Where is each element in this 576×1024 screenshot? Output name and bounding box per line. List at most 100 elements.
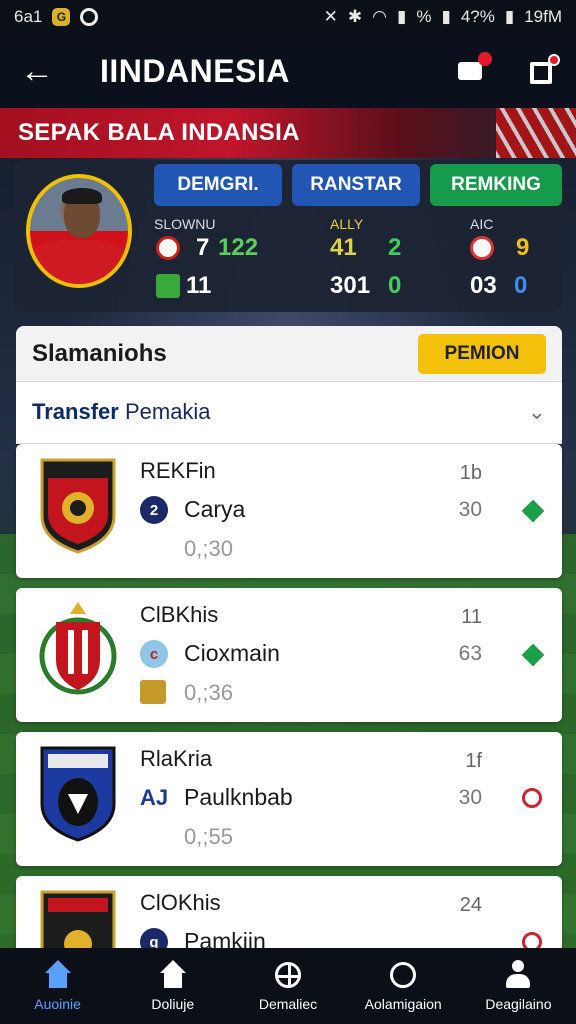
diamond-marker	[521, 499, 545, 523]
time-icon	[140, 680, 166, 704]
nav-item-doliuje[interactable]: Doliuje	[115, 948, 230, 1024]
user-icon	[503, 960, 533, 990]
clock-text: 19fM	[524, 7, 562, 26]
card-title: Slamaniohs	[32, 339, 167, 367]
banner-decoration	[496, 108, 576, 158]
share-box	[530, 62, 552, 84]
status-right: ✕ ✱ ◠ ▮ % ▮ 4?% ▮ 19fM	[324, 7, 562, 27]
club-top-number: 1f	[465, 750, 482, 772]
card-header: Slamaniohs PEMION	[16, 326, 562, 382]
club-name: REKFin	[140, 458, 216, 483]
player-name: Carya	[184, 496, 246, 522]
stat-value-1c: 11	[186, 272, 212, 299]
bottom-nav: Auoinie Doliuje Demaliec Aolamigaion Dea…	[0, 948, 576, 1024]
main-card: Slamaniohs PEMION Transfer Pemakia ⌄	[16, 326, 562, 444]
cart-body	[458, 62, 482, 80]
signal-percent: %	[416, 7, 432, 26]
stat-label-3: AIC	[470, 216, 494, 232]
club-name: RlaKria	[140, 746, 213, 771]
status-left: 6a1 G	[14, 7, 99, 27]
club-top-number: 1b	[459, 462, 482, 484]
page-title: IINDANESIA	[100, 52, 290, 89]
nav-label: Aolamigaion	[364, 996, 442, 1012]
share-badge	[548, 54, 560, 66]
bluetooth-icon: ✱	[347, 7, 363, 26]
wifi-icon: ◠	[372, 7, 387, 26]
avatar[interactable]	[26, 174, 132, 288]
list-item[interactable]: RlaKria 1f AJ Paulknbab 30 0,;55	[16, 732, 562, 866]
battery-icon-2: ▮	[504, 7, 515, 26]
appbar-actions	[456, 52, 560, 86]
avatar-hair	[62, 188, 102, 204]
stat-label-1: SLOWNU	[154, 216, 216, 232]
player-name: Paulknbab	[184, 784, 293, 810]
tab-ranstar[interactable]: RANSTAR	[292, 164, 420, 206]
stat-value-1a: 7	[196, 234, 210, 261]
status-left-text: 6a1	[14, 7, 43, 26]
league-banner: SEPAK BALA INDANSIA	[0, 108, 576, 158]
club-name: ClBKhis	[140, 602, 219, 627]
section-title-b: Pemakia	[124, 399, 211, 424]
nav-item-aolamigaion[interactable]: Aolamigaion	[346, 948, 461, 1024]
section-title-a: Transfer	[32, 399, 119, 424]
tab-remking[interactable]: REMKING	[430, 164, 562, 206]
stat-label-2: ALLY	[330, 216, 364, 232]
home-icon	[158, 960, 188, 990]
avatar-shirt	[30, 240, 128, 284]
player-name: Cioxmain	[184, 640, 280, 666]
stat-value-3c: 03	[470, 272, 497, 299]
list-item[interactable]: ClBKhis 11 c Cioxmain 63 0,;36	[16, 588, 562, 722]
home-icon	[43, 960, 73, 990]
list-item[interactable]: REKFin 1b 2 Carya 30 0,;30	[16, 444, 562, 578]
trend-down-icon[interactable]	[522, 788, 544, 810]
stat-value-3d: 0	[514, 272, 528, 299]
nav-label: Demaliec	[258, 996, 318, 1012]
club-crest-icon	[40, 746, 116, 842]
player-icon: AJ	[139, 785, 169, 810]
section-title: Transfer Pemakia	[32, 399, 211, 425]
nav-label: Auoinie	[34, 996, 81, 1012]
diamond-marker	[521, 643, 545, 667]
time-text: 0,;36	[184, 680, 233, 705]
cart-icon[interactable]	[456, 52, 492, 86]
club-top-number: 24	[459, 894, 482, 916]
section-header[interactable]: Transfer Pemakia ⌄	[16, 382, 562, 442]
trend-up-icon[interactable]	[521, 499, 545, 523]
nav-label: Deagilaino	[485, 996, 552, 1012]
cart-badge	[478, 52, 492, 66]
banner-text: SEPAK BALA INDANSIA	[18, 119, 300, 146]
nav-label: Doliuje	[151, 996, 195, 1012]
tab-demgri[interactable]: DEMGRI.	[154, 164, 282, 206]
nav-item-deagilaino[interactable]: Deagilaino	[461, 948, 576, 1024]
stat-value-2c: 301	[330, 272, 371, 299]
notification-icon: G	[52, 8, 71, 26]
share-icon[interactable]	[526, 54, 560, 86]
clock-icon	[388, 960, 418, 990]
chevron-down-icon[interactable]: ⌄	[528, 399, 546, 425]
shield-icon	[470, 236, 494, 260]
mute-icon: ✕	[323, 7, 338, 26]
stat-value-3a: 9	[516, 234, 530, 261]
nav-item-demaliec[interactable]: Demaliec	[230, 948, 345, 1024]
time-text: 0,;30	[184, 536, 233, 561]
player-number: 30	[458, 498, 482, 521]
battery-level: 4?%	[460, 7, 495, 26]
player-number: 63	[458, 642, 482, 665]
player-icon: c	[140, 640, 168, 668]
club-badge-icon	[156, 236, 180, 260]
grid-icon	[273, 960, 303, 990]
trend-up-icon[interactable]	[521, 643, 545, 667]
grid-stat-icon	[156, 274, 180, 298]
club-crest-icon	[40, 458, 116, 554]
club-top-number: 11	[461, 606, 482, 628]
premium-button[interactable]: PEMION	[418, 333, 546, 374]
player-number: 30	[458, 786, 482, 809]
club-crest-icon	[39, 602, 117, 695]
time-text: 0,;55	[184, 824, 233, 849]
battery-icon: ▮	[441, 7, 451, 26]
nav-item-auoinie[interactable]: Auoinie	[0, 948, 115, 1024]
back-arrow-icon[interactable]: ←	[20, 52, 60, 91]
stat-value-2b: 2	[388, 234, 402, 261]
stat-value-1b: 122	[218, 234, 259, 261]
player-icon: 2	[140, 496, 168, 524]
